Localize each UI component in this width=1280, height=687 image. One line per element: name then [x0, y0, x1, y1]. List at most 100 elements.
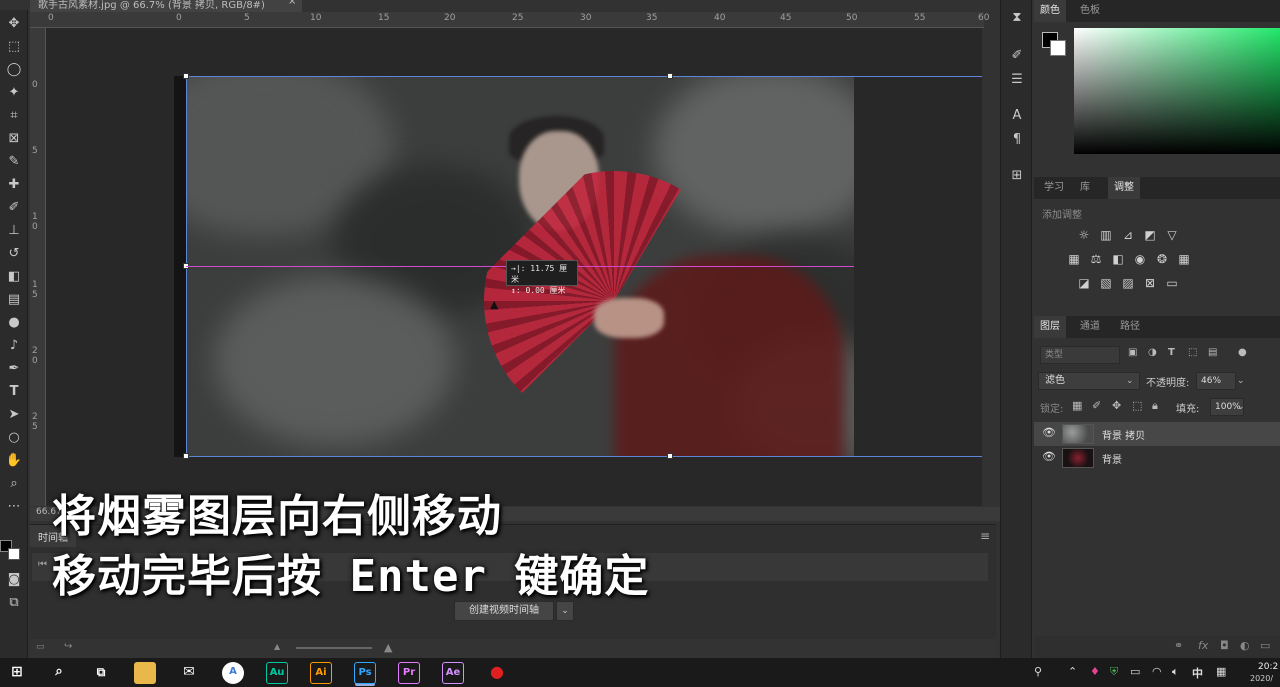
clock-date[interactable]: 2020/: [1250, 674, 1273, 683]
gradient-map-icon[interactable]: ▭: [1164, 275, 1180, 291]
create-timeline-dropdown[interactable]: ⌄: [556, 601, 574, 621]
marquee-tool-icon[interactable]: ⬚: [4, 37, 24, 57]
color-balance-icon[interactable]: ⚖: [1088, 251, 1104, 267]
gradient-tool-icon[interactable]: ▤: [4, 290, 24, 310]
brightness-contrast-icon[interactable]: ☼: [1076, 227, 1092, 243]
timeline-zoom-slider[interactable]: [296, 647, 372, 649]
ellipse-tool-icon[interactable]: ○: [4, 428, 24, 448]
go-to-first-frame-icon[interactable]: ⏮: [38, 559, 47, 570]
tab-layers[interactable]: 图层: [1034, 316, 1066, 338]
clone-stamp-tool-icon[interactable]: ⊥: [4, 221, 24, 241]
frame-tool-icon[interactable]: ⊠: [4, 129, 24, 149]
eraser-tool-icon[interactable]: ◧: [4, 267, 24, 287]
search-icon[interactable]: ⌕: [48, 662, 70, 684]
background-color-swatch[interactable]: [1050, 40, 1066, 56]
tab-swatches[interactable]: 色板: [1074, 0, 1106, 22]
panel-menu-icon[interactable]: ≡: [980, 529, 990, 543]
opacity-input[interactable]: 46%: [1196, 372, 1236, 390]
posterize-icon[interactable]: ▧: [1098, 275, 1114, 291]
history-brush-tool-icon[interactable]: ↺: [4, 244, 24, 264]
lock-artboard-icon[interactable]: ⬚: [1132, 399, 1142, 412]
tab-color[interactable]: 颜色: [1034, 0, 1066, 22]
hue-saturation-icon[interactable]: ▦: [1066, 251, 1082, 267]
clock-time[interactable]: 20:2: [1258, 662, 1278, 672]
tab-paths[interactable]: 路径: [1114, 316, 1146, 338]
zoom-in-icon[interactable]: ▲: [384, 641, 392, 654]
lock-transparent-icon[interactable]: ▦: [1072, 399, 1082, 412]
selective-color-icon[interactable]: ⊠: [1142, 275, 1158, 291]
people-icon[interactable]: ⚲: [1034, 665, 1042, 678]
frame-toggle-icon[interactable]: ▭: [36, 642, 45, 652]
pixel-filter-icon[interactable]: ▣: [1128, 347, 1137, 358]
security-shield-icon[interactable]: ⛨: [1110, 665, 1118, 679]
add-mask-icon[interactable]: ◘: [1220, 639, 1229, 652]
blend-mode-select[interactable]: 滤色: [1038, 372, 1140, 390]
path-selection-tool-icon[interactable]: ➤: [4, 405, 24, 425]
transform-handle[interactable]: [667, 73, 673, 79]
windows-start-icon[interactable]: ⊞: [6, 662, 28, 684]
zoom-tool-icon[interactable]: ⌕: [4, 474, 24, 494]
type-filter-icon[interactable]: T: [1168, 347, 1175, 358]
more-tools-icon[interactable]: ⋯: [4, 497, 24, 517]
wifi-icon[interactable]: ◠: [1152, 665, 1162, 678]
file-explorer-icon[interactable]: [134, 662, 156, 684]
eyedropper-tool-icon[interactable]: ✎: [4, 152, 24, 172]
filter-toggle-icon[interactable]: ●: [1238, 347, 1247, 358]
volume-icon[interactable]: 🔈︎: [1172, 665, 1179, 679]
blur-tool-icon[interactable]: ●: [4, 313, 24, 333]
levels-icon[interactable]: ▥: [1098, 227, 1114, 243]
adjustment-filter-icon[interactable]: ◑: [1148, 347, 1157, 358]
tab-libraries[interactable]: 库: [1074, 177, 1096, 199]
tab-adjustments[interactable]: 调整: [1108, 177, 1140, 199]
create-video-timeline-button[interactable]: 创建视频时间轴: [454, 601, 554, 621]
after-effects-app-icon[interactable]: Ae: [442, 662, 464, 684]
quick-mask-icon[interactable]: ◙: [4, 570, 24, 590]
layer-row-background[interactable]: 👁︎ 背景: [1034, 446, 1280, 470]
transform-handle[interactable]: [183, 73, 189, 79]
brush-settings-icon[interactable]: ✐: [1007, 46, 1027, 66]
invert-icon[interactable]: ◪: [1076, 275, 1092, 291]
tab-learn[interactable]: 学习: [1038, 177, 1070, 199]
ime-mode-icon[interactable]: ▦: [1216, 665, 1226, 678]
record-icon[interactable]: ●: [486, 662, 508, 684]
brush-tool-icon[interactable]: ✐: [4, 198, 24, 218]
pen-tool-icon[interactable]: ✒: [4, 359, 24, 379]
move-tool-icon[interactable]: ✥: [4, 14, 24, 34]
character-panel-icon[interactable]: A: [1007, 106, 1027, 126]
chevron-down-icon[interactable]: ⌄: [1237, 372, 1249, 390]
tab-channels[interactable]: 通道: [1074, 316, 1106, 338]
new-group-icon[interactable]: ▭: [1260, 639, 1270, 652]
lock-all-icon[interactable]: 🔒︎: [1152, 399, 1158, 413]
transform-handle[interactable]: [667, 453, 673, 459]
tray-app-icon[interactable]: ▭: [1130, 665, 1140, 678]
link-layers-icon[interactable]: ⚭: [1174, 639, 1183, 652]
screen-mode-icon[interactable]: ⧉: [4, 593, 24, 613]
color-lookup-icon[interactable]: ▦: [1176, 251, 1192, 267]
black-white-icon[interactable]: ◧: [1110, 251, 1126, 267]
glyphs-panel-icon[interactable]: ⊞: [1007, 166, 1027, 186]
curves-icon[interactable]: ⊿: [1120, 227, 1136, 243]
photoshop-app-icon[interactable]: Ps: [354, 662, 376, 684]
type-tool-icon[interactable]: T: [4, 382, 24, 402]
layer-filter-input[interactable]: 类型: [1040, 346, 1120, 364]
premiere-app-icon[interactable]: Pr: [398, 662, 420, 684]
eye-icon[interactable]: 👁︎: [1042, 426, 1056, 439]
zoom-out-icon[interactable]: ▲: [274, 642, 280, 651]
layer-row-background-copy[interactable]: 👁︎ 背景 拷贝: [1034, 422, 1280, 446]
convert-icon[interactable]: ↪: [64, 641, 72, 652]
hand-tool-icon[interactable]: ✋: [4, 451, 24, 471]
magic-wand-tool-icon[interactable]: ✦: [4, 83, 24, 103]
shape-filter-icon[interactable]: ⬚: [1188, 347, 1197, 358]
lock-image-icon[interactable]: ✐: [1092, 399, 1101, 412]
vibrance-icon[interactable]: ▽: [1164, 227, 1180, 243]
fx-icon[interactable]: fx: [1198, 639, 1208, 652]
dodge-tool-icon[interactable]: ♪: [4, 336, 24, 356]
eye-icon[interactable]: 👁︎: [1042, 450, 1056, 463]
new-adjustment-icon[interactable]: ◐: [1240, 639, 1250, 652]
threshold-icon[interactable]: ▨: [1120, 275, 1136, 291]
lock-position-icon[interactable]: ✥: [1112, 399, 1121, 412]
healing-brush-tool-icon[interactable]: ✚: [4, 175, 24, 195]
photo-filter-icon[interactable]: ◉: [1132, 251, 1148, 267]
history-panel-icon[interactable]: ⧗: [1007, 8, 1027, 28]
chevron-down-icon[interactable]: ⌄: [1237, 398, 1249, 416]
